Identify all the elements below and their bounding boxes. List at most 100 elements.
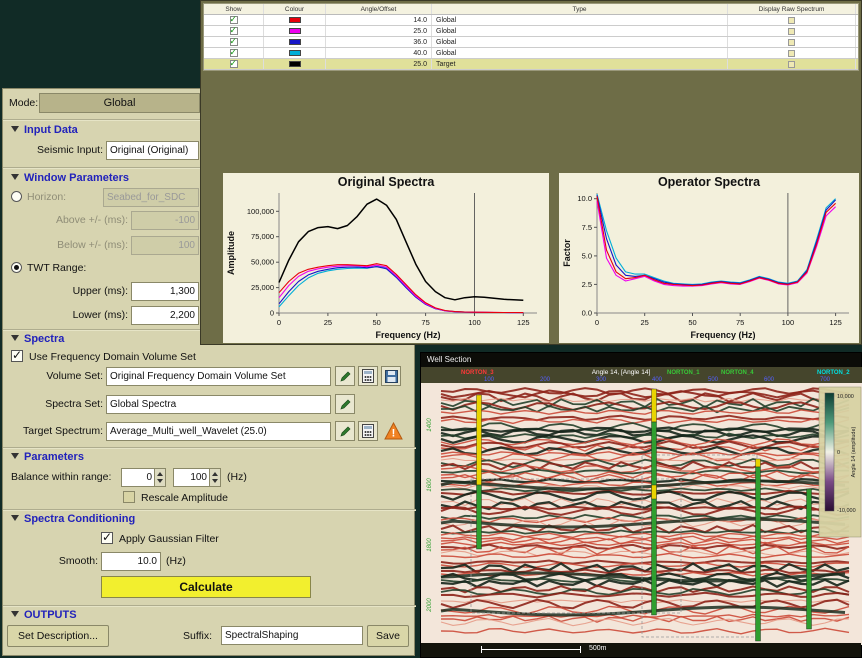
svg-text:NORTON_4: NORTON_4 [721,370,754,376]
seismic-viewport[interactable]: NORTON_3NORTON_1NORTON_4NORTON_2Angle 14… [421,367,862,645]
volume-set-label: Volume Set: [3,367,103,386]
svg-text:0: 0 [277,318,281,327]
spectra-table-row[interactable]: 36.0Global [204,37,858,48]
spectra-table-row[interactable]: 14.0Global [204,15,858,26]
svg-text:75,000: 75,000 [251,232,274,241]
well-section-titlebar[interactable]: Well Section [421,353,861,367]
svg-text:75: 75 [736,318,744,327]
volume-set-field[interactable] [106,367,331,386]
show-checkbox[interactable] [230,38,238,46]
balance-max-spinner[interactable]: 100 [173,468,221,487]
svg-text:NORTON_1: NORTON_1 [667,370,700,376]
mode-selector[interactable]: Global [39,93,200,113]
colour-swatch[interactable] [289,39,301,45]
svg-text:NORTON_3: NORTON_3 [461,370,494,376]
balance-max-value: 100 [174,469,209,486]
volume-set-edit-button[interactable] [335,366,355,386]
seismic-input-dropdown[interactable] [106,141,199,160]
target-spectrum-edit-button[interactable] [335,421,355,441]
colour-swatch[interactable] [289,28,301,34]
section-spectra-conditioning[interactable]: Spectra Conditioning [11,513,135,525]
spinner-arrows[interactable] [154,469,165,486]
svg-text:1600: 1600 [427,478,433,492]
show-checkbox[interactable] [230,16,238,24]
display-raw-checkbox[interactable] [788,39,795,46]
spinner-down-icon [157,479,163,483]
show-checkbox[interactable] [230,27,238,35]
warning-icon: ! [384,422,403,440]
set-description-button[interactable]: Set Description... [7,625,109,647]
calculate-button[interactable]: Calculate [101,576,311,598]
show-cell [204,59,264,69]
volume-set-save-button[interactable] [381,366,401,386]
balance-min-value: 0 [122,469,154,486]
svg-text:200: 200 [540,377,551,383]
display-raw-cell [728,15,856,25]
svg-text:125: 125 [829,318,842,327]
horizon-radio[interactable] [11,191,22,202]
svg-text:10.0: 10.0 [577,194,592,203]
upper-field[interactable] [131,282,199,301]
operator-spectra-svg: 02550751001250.02.55.07.510.0Operator Sp… [559,173,859,343]
header-colour: Colour [264,4,326,14]
balance-hz-label: (Hz) [227,468,247,487]
spectra-table-row[interactable]: 25.0Global [204,26,858,37]
save-button[interactable]: Save [367,625,409,647]
colour-swatch[interactable] [289,17,301,23]
svg-text:75: 75 [421,318,429,327]
spectra-table-row[interactable]: 40.0Global [204,48,858,59]
type-cell: Target [432,59,728,69]
show-checkbox[interactable] [230,60,238,68]
spinner-arrows[interactable] [209,469,220,486]
colour-swatch[interactable] [289,50,301,56]
svg-text:2.5: 2.5 [582,280,592,289]
spectra-table-row[interactable]: 25.0Target [204,59,858,70]
type-cell: Global [432,37,728,47]
display-raw-checkbox[interactable] [788,17,795,24]
suffix-label: Suffix: [183,627,212,646]
target-spectrum-field[interactable] [106,422,331,441]
header-angle-offset: Angle/Offset [326,4,432,14]
colour-swatch[interactable] [289,61,301,67]
smooth-field[interactable] [101,552,161,571]
section-outputs[interactable]: OUTPUTS [11,609,77,621]
rescale-amplitude-checkbox[interactable] [123,491,135,503]
show-checkbox[interactable] [230,49,238,57]
display-raw-checkbox[interactable] [788,28,795,35]
operator-spectra-chart: 02550751001250.02.55.07.510.0Operator Sp… [559,173,859,343]
section-spectra[interactable]: Spectra [11,333,64,345]
balance-range-label: Balance within range: [11,468,111,487]
twt-range-radio[interactable] [11,262,22,273]
use-freq-domain-checkbox[interactable] [11,350,23,362]
well-section-statusbar: 500m [421,643,861,657]
section-window-parameters[interactable]: Window Parameters [11,172,129,184]
svg-text:50,000: 50,000 [251,258,274,267]
above-field [131,211,199,230]
svg-text:-10,000: -10,000 [837,508,856,514]
display-raw-checkbox[interactable] [788,61,795,68]
spectra-table-body: 14.0Global25.0Global36.0Global40.0Global… [204,15,858,70]
smooth-label: Smooth: [3,552,98,571]
svg-text:2000: 2000 [427,598,433,613]
gaussian-filter-label: Apply Gaussian Filter [119,530,219,549]
display-raw-cell [728,59,856,69]
section-parameters[interactable]: Parameters [11,451,84,463]
spectra-set-field[interactable] [106,395,331,414]
display-raw-checkbox[interactable] [788,50,795,57]
lower-field[interactable] [131,306,199,325]
suffix-field[interactable] [221,626,363,645]
horizon-field [103,188,199,207]
original-spectra-svg: 0255075100125025,00050,00075,000100,000O… [223,173,549,343]
svg-text:125: 125 [517,318,530,327]
calculator-icon [362,369,374,383]
balance-min-spinner[interactable]: 0 [121,468,166,487]
spectra-set-edit-button[interactable] [335,394,355,414]
type-cell: Global [432,15,728,25]
volume-set-calculator-button[interactable] [358,366,378,386]
svg-text:50: 50 [688,318,696,327]
section-input-data[interactable]: Input Data [11,124,78,136]
target-spectrum-calculator-button[interactable] [358,421,378,441]
svg-text:500: 500 [708,377,719,383]
gaussian-filter-checkbox[interactable] [101,532,113,544]
pencil-icon [339,398,352,411]
